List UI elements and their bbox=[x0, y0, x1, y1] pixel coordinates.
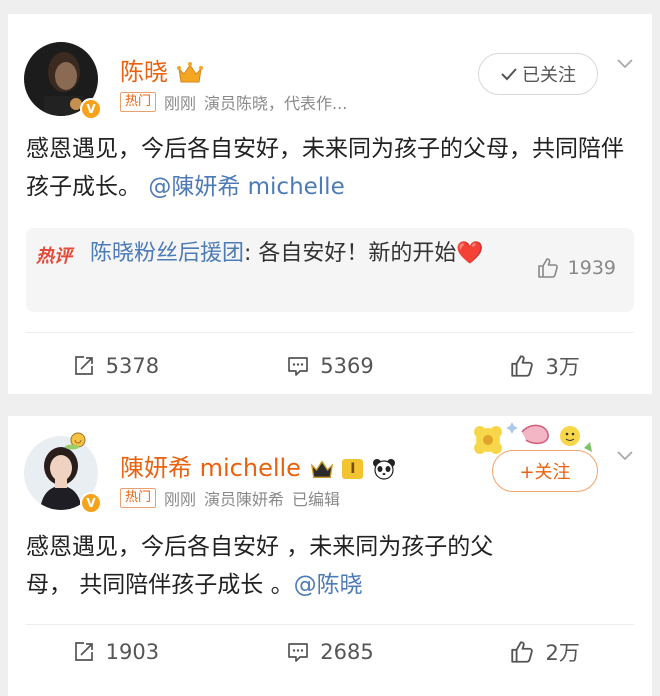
comment-like-count: 1939 bbox=[567, 257, 616, 279]
comment-like-button[interactable]: 1939 bbox=[536, 256, 616, 280]
follow-button[interactable]: +关注 bbox=[492, 450, 598, 492]
post-card: V 陈晓 热门 刚刚 演员陈晓，代表作... 已关注 感恩遇见，今后各自安好，未… bbox=[8, 14, 652, 394]
repost-count: 5378 bbox=[105, 354, 160, 378]
repost-icon bbox=[74, 642, 93, 661]
check-icon bbox=[501, 68, 517, 81]
comment-count: 5369 bbox=[320, 354, 374, 378]
repost-button[interactable]: 5378 bbox=[8, 354, 223, 378]
comment-icon bbox=[288, 643, 309, 662]
post-card: V 陳妍希 michelle I 热门 刚刚 演员陳妍希 已编辑 +关注 感恩遇… bbox=[8, 416, 652, 696]
username[interactable]: 陈晓 bbox=[120, 52, 204, 87]
post-time: 刚刚 bbox=[164, 94, 197, 113]
avatar[interactable]: V bbox=[24, 42, 102, 120]
mention-link[interactable]: @陈晓 bbox=[294, 572, 363, 598]
like-count: 3万 bbox=[545, 355, 580, 379]
divider bbox=[26, 624, 634, 625]
username[interactable]: 陳妍希 michelle I bbox=[120, 448, 397, 483]
like-count: 2万 bbox=[545, 641, 580, 665]
comment-button[interactable]: 5369 bbox=[223, 354, 438, 378]
repost-button[interactable]: 1903 bbox=[8, 640, 223, 664]
verified-icon: V bbox=[80, 98, 102, 120]
post-meta: 热门 刚刚 演员陈晓，代表作... bbox=[120, 90, 347, 114]
comment-user[interactable]: 陈晓粉丝后援团 bbox=[90, 241, 244, 266]
comment-button[interactable]: 2685 bbox=[223, 640, 438, 664]
hot-tag: 热门 bbox=[120, 488, 157, 508]
comment-count: 2685 bbox=[320, 640, 374, 664]
like-button[interactable]: 3万 bbox=[437, 351, 652, 381]
repost-icon bbox=[74, 356, 93, 375]
panda-icon bbox=[373, 459, 396, 480]
hot-comment[interactable]: 热评 陈晓粉丝后援团: 各自安好！新的开始❤️ 1939 bbox=[26, 228, 634, 312]
action-bar: 5378 5369 3万 bbox=[8, 346, 652, 386]
thumbs-up-icon bbox=[511, 641, 534, 663]
hot-comment-tag: 热评 bbox=[36, 246, 72, 267]
chevron-down-icon[interactable] bbox=[616, 446, 634, 464]
heart-emoji: ❤️ bbox=[456, 241, 484, 266]
post-text: 感恩遇见，今后各自安好 ，未来同为孩子的父 母， 共同陪伴孩子成长 。@陈晓 bbox=[26, 534, 494, 598]
user-bio: 演员陳妍希 bbox=[204, 490, 285, 509]
post-text: 感恩遇见，今后各自安好，未来同为孩子的父母，共同陪伴孩子成长。 @陳妍希 mic… bbox=[26, 136, 624, 200]
followed-button[interactable]: 已关注 bbox=[478, 53, 598, 95]
thumbs-up-icon bbox=[537, 258, 558, 278]
post-time: 刚刚 bbox=[164, 490, 197, 509]
post-meta: 热门 刚刚 演员陳妍希 已编辑 bbox=[120, 486, 340, 510]
mention-link[interactable]: @陳妍希 michelle bbox=[148, 174, 344, 200]
crown-icon bbox=[310, 460, 333, 478]
level-badge: I bbox=[342, 459, 364, 479]
repost-count: 1903 bbox=[105, 640, 160, 664]
avatar[interactable]: V bbox=[24, 432, 102, 514]
crown-icon bbox=[176, 62, 203, 83]
thumbs-up-icon bbox=[511, 355, 534, 377]
chevron-down-icon[interactable] bbox=[616, 54, 634, 72]
snail-sticker-icon bbox=[65, 432, 86, 450]
verified-icon: V bbox=[80, 492, 102, 514]
hot-tag: 热门 bbox=[120, 92, 157, 112]
hot-comment-text: 陈晓粉丝后援团: 各自安好！新的开始❤️ bbox=[90, 241, 484, 266]
user-bio: 演员陈晓，代表作... bbox=[204, 94, 348, 113]
comment-icon bbox=[288, 357, 309, 376]
action-bar: 1903 2685 2万 bbox=[8, 632, 652, 672]
like-button[interactable]: 2万 bbox=[437, 637, 652, 667]
edited-label: 已编辑 bbox=[292, 490, 341, 509]
divider bbox=[26, 332, 634, 333]
